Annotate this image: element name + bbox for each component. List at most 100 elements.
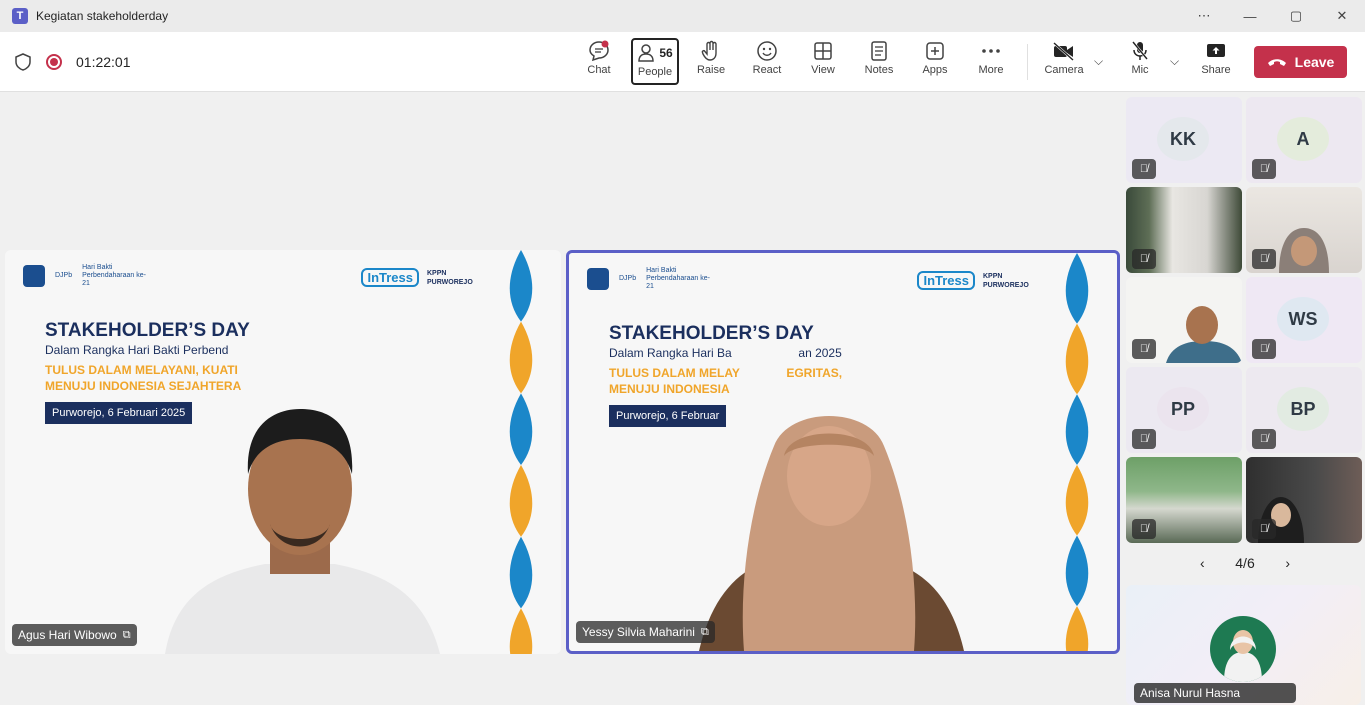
banner-title: STAKEHOLDER’S DAY — [609, 323, 814, 344]
more-label: More — [978, 64, 1004, 76]
chat-icon — [588, 38, 610, 64]
hari-bakti-logo-text: Hari Bakti Perbendaharaan ke-21 — [82, 264, 146, 287]
notes-icon — [870, 38, 888, 64]
people-count: 56 — [659, 46, 673, 60]
gallery-tile[interactable]: 🎙̸ — [1126, 457, 1242, 543]
hangup-icon — [1267, 59, 1286, 66]
avatar: A — [1277, 117, 1329, 161]
mic-off-icon: 🎙̸ — [1132, 519, 1156, 539]
prev-page-chevron-icon[interactable]: ‹ — [1200, 555, 1205, 571]
react-button[interactable]: React — [743, 38, 791, 86]
banner-tagline: TULUS DALAM MELAYANI, KUATI MENUJU INDON… — [45, 363, 242, 393]
mic-off-icon — [1130, 38, 1150, 64]
gallery-tile[interactable]: 🎙̸ — [1246, 457, 1362, 543]
apps-label: Apps — [922, 64, 948, 76]
share-label: Share — [1201, 64, 1231, 76]
recording-icon — [46, 54, 62, 70]
participant-name: Agus Hari Wibowo — [18, 628, 117, 642]
kppn-logo: InTress KPPN PURWOREJO — [361, 268, 475, 287]
intress-logo-text: InTress — [917, 271, 975, 290]
meeting-timer: 01:22:01 — [76, 54, 131, 70]
shield-icon[interactable] — [14, 53, 32, 71]
banner-pattern — [1065, 253, 1089, 651]
raise-hand-button[interactable]: Raise — [687, 38, 735, 86]
intress-logo-text: InTress — [361, 268, 419, 287]
gallery-tile[interactable]: A 🎙̸ — [1246, 97, 1362, 183]
avatar — [1210, 616, 1276, 682]
gallery-tile[interactable]: PP 🎙̸ — [1126, 367, 1242, 453]
chat-button[interactable]: Chat — [575, 38, 623, 86]
page-indicator: 4/6 — [1235, 555, 1255, 571]
window-more-button[interactable]: ⋯ — [1181, 0, 1227, 32]
participant-name: Yessy Silvia Maharini — [582, 625, 695, 639]
banner-logos: DJPb Hari Bakti Perbendaharaan ke-21 — [587, 267, 716, 291]
hari-bakti-logo-text: Hari Bakti Perbendaharaan ke-21 — [646, 267, 710, 290]
video-tile-yessy[interactable]: DJPb Hari Bakti Perbendaharaan ke-21 InT… — [566, 250, 1120, 654]
apps-plus-icon — [925, 38, 945, 64]
mic-off-icon: 🎙̸ — [1252, 159, 1276, 179]
react-label: React — [752, 64, 782, 76]
camera-label: Camera — [1044, 64, 1084, 76]
banner-pattern — [509, 250, 533, 654]
gallery-tile[interactable]: KK 🎙̸ — [1126, 97, 1242, 183]
participant-video-yessy — [699, 416, 964, 651]
avatar: BP — [1277, 387, 1329, 431]
participant-name-tag: Yessy Silvia Maharini ⧉ — [576, 621, 715, 643]
kppn-text: KPPN PURWOREJO — [427, 269, 473, 286]
avatar: WS — [1277, 297, 1329, 341]
leave-label: Leave — [1294, 54, 1335, 70]
camera-options-chevron-icon[interactable]: ⌵ — [1094, 54, 1103, 69]
notes-button[interactable]: Notes — [855, 38, 903, 86]
share-button[interactable]: Share — [1192, 38, 1240, 86]
gallery-tile[interactable]: 🎙̸ — [1126, 187, 1242, 273]
view-label: View — [811, 64, 835, 76]
kemenkeu-logo — [587, 268, 609, 290]
mic-off-icon: 🎙̸ — [1132, 249, 1156, 269]
mic-off-icon: 🎙̸ — [1252, 429, 1276, 449]
toolbar-divider — [1027, 44, 1028, 80]
screen-share-icon: ⧉ — [700, 625, 709, 638]
djpb-logo-text: DJPb — [619, 275, 637, 282]
djpb-logo-text: DJPb — [55, 272, 73, 279]
kppn-text: KPPN PURWOREJO — [983, 272, 1029, 289]
gallery-tile[interactable]: WS 🎙̸ — [1246, 277, 1362, 363]
avatar: KK — [1157, 117, 1209, 161]
view-button[interactable]: View — [799, 38, 847, 86]
mic-off-icon: 🎙̸ — [1252, 339, 1276, 359]
maximize-button[interactable]: ▢ — [1273, 0, 1319, 32]
mic-options-chevron-icon[interactable]: ⌵ — [1170, 54, 1179, 69]
grid-icon — [813, 38, 833, 64]
smiley-icon — [756, 38, 778, 64]
gallery-tile[interactable]: BP 🎙̸ — [1246, 367, 1362, 453]
apps-button[interactable]: Apps — [911, 38, 959, 86]
teams-logo-icon: T — [12, 8, 28, 24]
raise-label: Raise — [696, 64, 726, 76]
chat-label: Chat — [587, 64, 611, 76]
mic-off-icon: 🎙̸ — [1132, 429, 1156, 449]
gallery-tile[interactable]: 🎙̸ — [1246, 187, 1362, 273]
mic-off-icon: 🎙̸ — [1252, 249, 1276, 269]
participant-video — [1279, 228, 1329, 273]
gallery-tile[interactable]: 🎙̸ — [1126, 277, 1242, 363]
video-tile-agus[interactable]: DJPb Hari Bakti Perbendaharaan ke-21 InT… — [5, 250, 561, 654]
featured-participant-tile[interactable]: Anisa Nurul Hasna — [1126, 585, 1361, 705]
more-button[interactable]: More — [967, 38, 1015, 86]
meeting-toolbar: 01:22:01 Chat 56 People Raise React View — [0, 32, 1365, 92]
banner-subtitle: Dalam Rangka Hari Ba an 2025 — [609, 346, 842, 360]
close-button[interactable]: ✕ — [1319, 0, 1365, 32]
share-icon — [1205, 38, 1227, 64]
leave-button[interactable]: Leave — [1254, 46, 1347, 78]
minimize-button[interactable]: — — [1227, 0, 1273, 32]
people-button[interactable]: 56 People — [631, 38, 679, 85]
title-bar: T Kegiatan stakeholderday ⋯ — ▢ ✕ — [0, 0, 1365, 32]
banner-logos: DJPb Hari Bakti Perbendaharaan ke-21 — [23, 264, 152, 288]
screen-share-icon: ⧉ — [122, 628, 131, 641]
camera-button[interactable]: Camera — [1040, 38, 1088, 86]
participant-name-tag: Agus Hari Wibowo ⧉ — [12, 624, 137, 646]
people-label: People — [637, 66, 673, 78]
video-stage: DJPb Hari Bakti Perbendaharaan ke-21 InT… — [0, 93, 1122, 696]
hand-icon — [701, 38, 721, 64]
notes-label: Notes — [864, 64, 894, 76]
mic-button[interactable]: Mic — [1116, 38, 1164, 86]
next-page-chevron-icon[interactable]: › — [1285, 555, 1290, 571]
